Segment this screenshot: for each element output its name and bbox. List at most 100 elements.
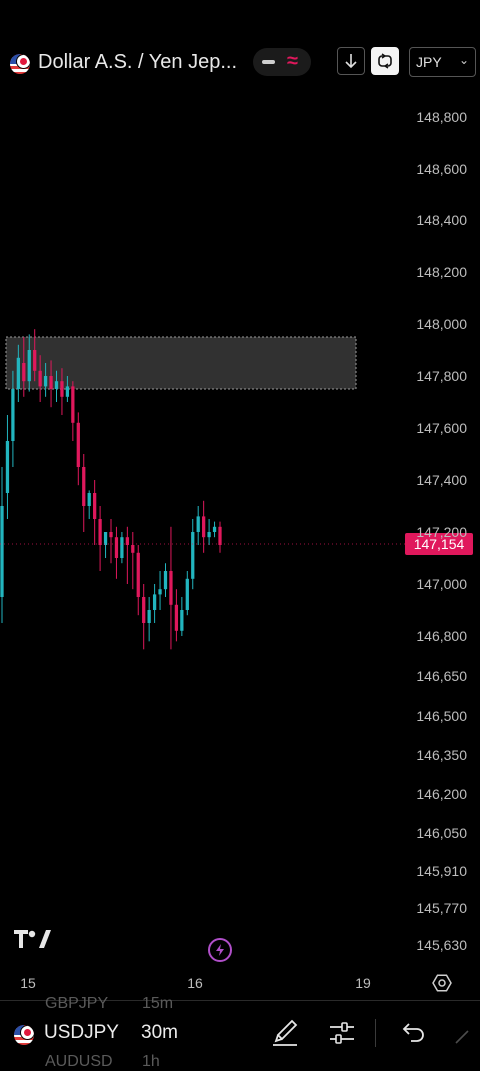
y-tick-label: 146,200 bbox=[416, 786, 467, 802]
candle bbox=[180, 597, 184, 636]
ghost-prev-symbol: GBPJPY bbox=[45, 995, 109, 1012]
candle bbox=[163, 563, 168, 597]
y-tick-label: 147,200 bbox=[416, 524, 467, 540]
redo-icon[interactable] bbox=[452, 1017, 480, 1049]
candle-body bbox=[196, 516, 200, 532]
candle bbox=[174, 589, 179, 642]
candle bbox=[93, 480, 97, 545]
y-tick-label: 148,200 bbox=[416, 264, 467, 280]
candle-body bbox=[82, 467, 86, 506]
symbol-title[interactable]: Dollar A.S. / Yen Jep... bbox=[38, 51, 237, 74]
candle-body bbox=[5, 441, 10, 493]
candle-body bbox=[103, 532, 108, 545]
arrow-down-icon bbox=[345, 54, 357, 69]
candle bbox=[202, 500, 206, 553]
candle-body bbox=[43, 376, 48, 387]
candle-body bbox=[131, 545, 135, 553]
currency-select[interactable]: JPY ⌄ bbox=[409, 47, 476, 77]
candle-body bbox=[158, 589, 162, 595]
candle bbox=[169, 526, 173, 650]
y-tick-label: 146,800 bbox=[416, 628, 467, 644]
x-tick-label: 15 bbox=[20, 975, 36, 991]
candle-body bbox=[202, 516, 206, 538]
replay-button[interactable] bbox=[371, 47, 399, 75]
candle bbox=[218, 521, 222, 553]
currency-label: JPY bbox=[416, 54, 442, 70]
candle bbox=[147, 597, 151, 642]
candle-body bbox=[87, 493, 91, 506]
candle-body bbox=[114, 537, 119, 558]
candle bbox=[158, 571, 162, 610]
candle bbox=[87, 490, 91, 519]
candle bbox=[114, 526, 119, 579]
wave-icon: ≈ bbox=[287, 50, 298, 72]
candle-body bbox=[16, 357, 20, 389]
x-tick-label: 19 bbox=[355, 975, 371, 991]
y-tick-label: 145,630 bbox=[416, 937, 467, 953]
candle-body bbox=[152, 594, 157, 610]
candle bbox=[142, 584, 146, 650]
candle-body bbox=[22, 363, 26, 382]
candle-body bbox=[54, 381, 59, 389]
y-tick-label: 147,600 bbox=[416, 420, 467, 436]
y-tick-label: 148,600 bbox=[416, 161, 467, 177]
highlight-zone[interactable] bbox=[5, 336, 357, 390]
chart-mode-toggle[interactable]: ≈ bbox=[253, 48, 311, 76]
candle-body bbox=[191, 532, 195, 579]
candle-body bbox=[49, 376, 53, 389]
flash-icon[interactable] bbox=[208, 938, 232, 962]
chevron-down-icon: ⌄ bbox=[458, 53, 469, 67]
candle bbox=[212, 521, 217, 538]
candle-body bbox=[71, 386, 75, 423]
ghost-next-symbol: AUDUSD bbox=[45, 1053, 113, 1070]
candle bbox=[185, 571, 189, 616]
candlestick-chart[interactable]: 147,154 148,800148,600148,400148,200148,… bbox=[0, 0, 480, 1000]
candle-body bbox=[185, 578, 189, 610]
y-tick-label: 145,910 bbox=[416, 863, 467, 879]
candle bbox=[76, 412, 80, 486]
bottom-toolbar: GBPJPY 15m USDJPY 30m AUDUSD 1h bbox=[0, 995, 480, 1070]
candle-body bbox=[207, 532, 211, 538]
candle bbox=[71, 381, 75, 441]
candle bbox=[207, 519, 211, 545]
candle-body bbox=[93, 493, 97, 519]
candle bbox=[136, 545, 140, 616]
candle bbox=[125, 526, 129, 584]
undo-icon[interactable] bbox=[397, 1017, 427, 1049]
candle bbox=[109, 519, 113, 564]
candle-body bbox=[38, 370, 42, 387]
sort-down-button[interactable] bbox=[337, 47, 365, 75]
y-tick-label: 146,500 bbox=[416, 708, 467, 724]
y-tick-label: 148,400 bbox=[416, 212, 467, 228]
candle bbox=[82, 454, 86, 532]
tradingview-logo bbox=[14, 930, 51, 948]
candle-body bbox=[169, 571, 173, 605]
candle-body bbox=[65, 386, 70, 397]
x-tick-label: 16 bbox=[187, 975, 203, 991]
chart-settings-icon[interactable] bbox=[432, 974, 452, 992]
timeframe-picker[interactable]: 30m bbox=[141, 1022, 178, 1044]
candle-body bbox=[98, 519, 102, 545]
candle-body bbox=[11, 389, 15, 441]
brush-icon[interactable] bbox=[270, 1017, 300, 1049]
symbol-header: Dollar A.S. / Yen Jep... ≈ JPY ⌄ bbox=[0, 38, 480, 86]
candle-body bbox=[60, 381, 64, 397]
candle-body bbox=[120, 537, 124, 558]
ghost-next-timeframe: 1h bbox=[142, 1053, 160, 1070]
candle-body bbox=[0, 506, 4, 597]
usd-jpy-flag-icon bbox=[10, 54, 30, 74]
y-tick-label: 147,800 bbox=[416, 368, 467, 384]
y-tick-label: 148,000 bbox=[416, 316, 467, 332]
y-tick-label: 147,400 bbox=[416, 472, 467, 488]
candle bbox=[131, 532, 135, 590]
loop-icon bbox=[378, 53, 392, 69]
candle-body bbox=[147, 610, 151, 623]
candle-body bbox=[212, 526, 217, 532]
sliders-icon[interactable] bbox=[327, 1017, 357, 1049]
candle-body bbox=[142, 597, 146, 623]
y-tick-label: 146,350 bbox=[416, 747, 467, 763]
candle-body bbox=[136, 552, 140, 597]
toolbar-divider bbox=[375, 1019, 376, 1047]
symbol-picker[interactable]: USDJPY bbox=[44, 1022, 119, 1044]
candle bbox=[0, 467, 4, 623]
